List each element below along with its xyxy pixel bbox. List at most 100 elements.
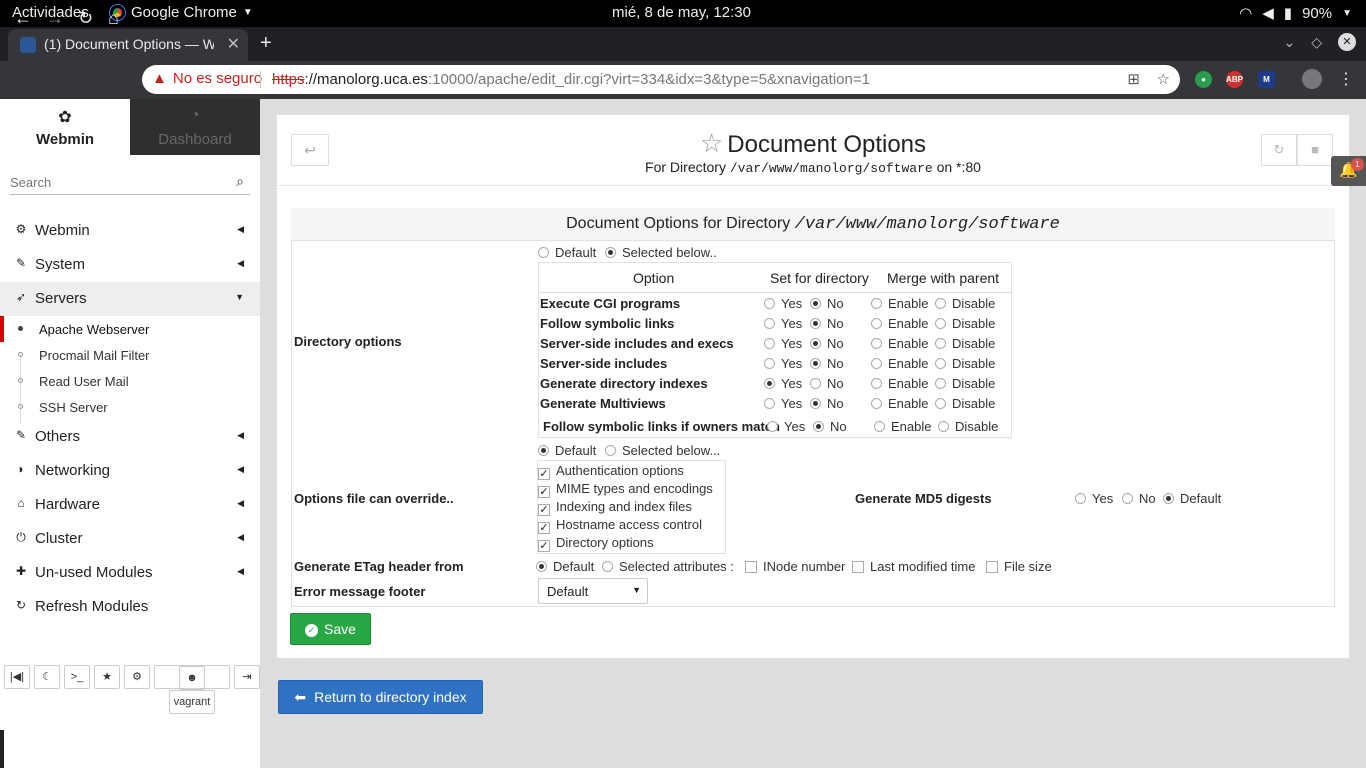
- set-yes-radio[interactable]: Yes: [764, 296, 802, 311]
- tab-search-icon[interactable]: ⌄: [1283, 34, 1295, 51]
- etag-size-checkbox[interactable]: File size: [986, 559, 1052, 574]
- minimize-icon[interactable]: ◇: [1311, 34, 1322, 51]
- set-no-radio[interactable]: No: [810, 376, 844, 391]
- save-button[interactable]: ✓ Save: [290, 613, 371, 645]
- radio-label: Enable: [888, 396, 929, 411]
- set-yes-radio[interactable]: Yes: [767, 419, 805, 434]
- adblock-icon[interactable]: ABP: [1226, 71, 1243, 88]
- set-no-radio[interactable]: No: [810, 356, 844, 371]
- browser-tab[interactable]: (1) Document Options — W ✕: [8, 29, 248, 61]
- md5-no-radio[interactable]: No: [1122, 491, 1156, 506]
- set-yes-radio[interactable]: Yes: [764, 356, 802, 371]
- collapse-sidebar-icon[interactable]: |◀|: [4, 665, 30, 689]
- footer-select[interactable]: Default ▼: [538, 578, 648, 604]
- terminal-icon[interactable]: >_: [64, 665, 90, 689]
- override-checkbox[interactable]: ✓ Directory options: [538, 535, 654, 552]
- gears-icon[interactable]: ⚙: [124, 665, 150, 689]
- extension-icon[interactable]: ●: [1195, 71, 1212, 88]
- set-no-radio[interactable]: No: [810, 316, 844, 331]
- override-checkbox[interactable]: ✓ Indexing and index files: [538, 499, 692, 516]
- tab-dashboard[interactable]: ◔ Dashboard: [130, 99, 260, 155]
- merge-disable-radio[interactable]: Disable: [935, 376, 995, 391]
- notifications-button[interactable]: 🔔 1: [1331, 156, 1366, 186]
- profile-avatar[interactable]: [1302, 69, 1322, 89]
- sidebar-subitem-read-mail[interactable]: Read User Mail: [0, 368, 260, 394]
- close-tab-icon[interactable]: ✕: [227, 34, 240, 54]
- sidebar-item-servers[interactable]: ➶ Servers ▼: [0, 282, 260, 316]
- tab-webmin[interactable]: ✿ Webmin: [0, 99, 130, 155]
- merge-enable-radio[interactable]: Enable: [871, 316, 928, 331]
- back-arrow-icon[interactable]: ←: [14, 8, 32, 29]
- override-default-radio[interactable]: Default: [538, 443, 596, 458]
- set-no-radio[interactable]: No: [813, 419, 847, 434]
- merge-disable-radio[interactable]: Disable: [938, 419, 998, 434]
- search-input[interactable]: [10, 171, 210, 194]
- merge-enable-radio[interactable]: Enable: [874, 419, 931, 434]
- sidebar-item-system[interactable]: ✎ System ◀: [0, 248, 260, 282]
- merge-disable-radio[interactable]: Disable: [935, 336, 995, 351]
- new-tab-button[interactable]: +: [260, 32, 272, 55]
- sidebar-item-networking[interactable]: ◗ Networking ◀: [0, 454, 260, 488]
- sidebar-item-cluster[interactable]: ⏻ Cluster ◀: [0, 522, 260, 556]
- set-no-radio[interactable]: No: [810, 396, 844, 411]
- sidebar-subitem-ssh[interactable]: SSH Server: [0, 394, 260, 420]
- save-label: Save: [324, 621, 356, 637]
- kebab-menu-icon[interactable]: ⋮: [1338, 69, 1354, 89]
- merge-disable-radio[interactable]: Disable: [935, 396, 995, 411]
- set-yes-radio[interactable]: Yes: [764, 376, 802, 391]
- set-no-radio[interactable]: No: [810, 336, 844, 351]
- bookmark-star-icon[interactable]: ☆: [1157, 70, 1170, 88]
- moon-icon[interactable]: ☾: [34, 665, 60, 689]
- merge-disable-radio[interactable]: Disable: [935, 296, 995, 311]
- radio-icon: [935, 318, 946, 329]
- set-yes-radio[interactable]: Yes: [764, 396, 802, 411]
- sidebar-subitem-apache[interactable]: Apache Webserver: [0, 316, 260, 342]
- url-text[interactable]: https://manolorg.uca.es:10000/apache/edi…: [272, 71, 870, 88]
- directory-options-default-radio[interactable]: Default: [538, 245, 596, 260]
- forward-arrow-icon[interactable]: →: [46, 8, 64, 29]
- favorite-star-icon[interactable]: ☆: [700, 128, 723, 158]
- override-selected-radio[interactable]: Selected below...: [605, 443, 720, 458]
- extension-icon[interactable]: M: [1258, 71, 1275, 88]
- translate-icon[interactable]: ⊞: [1127, 70, 1140, 88]
- merge-enable-radio[interactable]: Enable: [871, 376, 928, 391]
- logout-icon[interactable]: ⇥: [234, 665, 260, 689]
- set-yes-radio[interactable]: Yes: [764, 336, 802, 351]
- sidebar-item-refresh-modules[interactable]: ↻ Refresh Modules: [0, 590, 260, 624]
- md5-default-radio[interactable]: Default: [1163, 491, 1221, 506]
- merge-disable-radio[interactable]: Disable: [935, 356, 995, 371]
- sidebar-item-webmin[interactable]: ⚙ Webmin ◀: [0, 214, 260, 248]
- etag-default-radio[interactable]: Default: [536, 559, 594, 574]
- etag-mtime-checkbox[interactable]: Last modified time: [852, 559, 976, 574]
- sidebar-item-unused-modules[interactable]: ✚ Un-used Modules ◀: [0, 556, 260, 590]
- home-icon[interactable]: ⌂: [108, 8, 119, 29]
- override-checkbox[interactable]: ✓ Hostname access control: [538, 517, 702, 534]
- md5-yes-radio[interactable]: Yes: [1075, 491, 1113, 506]
- merge-enable-radio[interactable]: Enable: [871, 336, 928, 351]
- app-menu[interactable]: Google Chrome ▼: [110, 4, 253, 21]
- etag-inode-checkbox[interactable]: INode number: [745, 559, 845, 574]
- sidebar-item-hardware[interactable]: ⌂ Hardware ◀: [0, 488, 260, 522]
- clock[interactable]: mié, 8 de may, 12:30: [612, 4, 751, 21]
- merge-enable-radio[interactable]: Enable: [871, 356, 928, 371]
- return-button[interactable]: ⬅ Return to directory index: [278, 680, 483, 714]
- close-window-icon[interactable]: ✕: [1338, 33, 1356, 51]
- set-yes-radio[interactable]: Yes: [764, 316, 802, 331]
- system-tray[interactable]: ◠ ◀ ▮ 90% ▼: [1239, 4, 1352, 23]
- etag-selected-radio[interactable]: Selected attributes :: [602, 559, 734, 574]
- merge-disable-radio[interactable]: Disable: [935, 316, 995, 331]
- sidebar-subitem-procmail[interactable]: Procmail Mail Filter: [0, 342, 260, 368]
- security-warning[interactable]: ▲ No es seguro: [152, 70, 262, 87]
- merge-enable-radio[interactable]: Enable: [871, 296, 928, 311]
- user-button[interactable]: ☻ vagrant: [154, 665, 230, 714]
- override-checkbox[interactable]: ✓ Authentication options: [538, 463, 684, 480]
- sidebar-item-others[interactable]: ✎ Others ◀: [0, 420, 260, 454]
- set-no-radio[interactable]: No: [810, 296, 844, 311]
- address-bar[interactable]: ▲ No es seguro https://manolorg.uca.es:1…: [142, 65, 1180, 94]
- directory-options-selected-radio[interactable]: Selected below..: [605, 245, 717, 260]
- override-checkbox[interactable]: ✓ MIME types and encodings: [538, 481, 713, 498]
- star-icon[interactable]: ★: [94, 665, 120, 689]
- search-icon[interactable]: ⌕: [236, 173, 244, 190]
- reload-icon[interactable]: ↻: [78, 8, 93, 29]
- merge-enable-radio[interactable]: Enable: [871, 396, 928, 411]
